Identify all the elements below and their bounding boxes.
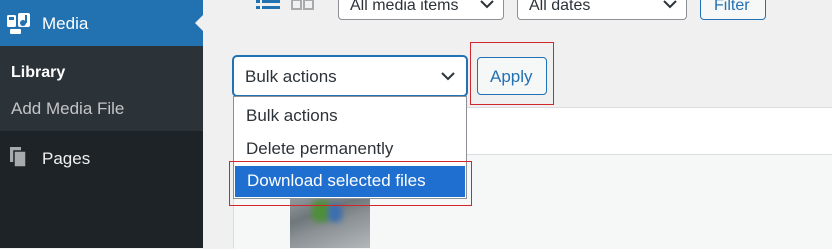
sidebar-item-label: Pages bbox=[42, 149, 91, 168]
dropdown-option-delete-permanently[interactable]: Delete permanently bbox=[234, 134, 466, 164]
grid-view-icon[interactable] bbox=[291, 0, 315, 14]
submenu-item-add-media-file[interactable]: Add Media File bbox=[11, 99, 124, 119]
pages-icon bbox=[10, 147, 27, 168]
annotation-highlight-download bbox=[229, 161, 472, 206]
media-type-filter-value: All media items bbox=[350, 0, 459, 14]
list-view-icon[interactable] bbox=[256, 0, 280, 14]
dropdown-option-bulk-actions[interactable]: Bulk actions bbox=[234, 101, 466, 131]
chevron-down-icon bbox=[663, 0, 677, 9]
bulk-actions-select[interactable]: Bulk actions bbox=[233, 56, 467, 96]
filter-button[interactable]: Filter bbox=[700, 0, 766, 20]
admin-sidebar: Media Library Add Media File Pages bbox=[0, 0, 203, 248]
bulk-actions-selected-value: Bulk actions bbox=[245, 67, 337, 86]
sidebar-item-pages[interactable]: Pages bbox=[0, 140, 203, 178]
media-icon bbox=[7, 13, 30, 34]
date-filter-value: All dates bbox=[529, 0, 591, 14]
chevron-down-icon bbox=[441, 72, 455, 81]
submenu-item-library[interactable]: Library bbox=[11, 63, 65, 83]
apply-button[interactable]: Apply bbox=[477, 57, 547, 95]
media-type-filter-select[interactable]: All media items bbox=[338, 0, 504, 20]
date-filter-select[interactable]: All dates bbox=[517, 0, 687, 20]
media-submenu: Library Add Media File bbox=[0, 46, 203, 131]
chevron-down-icon bbox=[480, 0, 494, 9]
sidebar-item-media[interactable]: Media bbox=[0, 0, 203, 46]
sidebar-item-label: Media bbox=[42, 14, 89, 33]
media-library-main: All media items All dates Filter Bulk ac… bbox=[203, 0, 832, 249]
